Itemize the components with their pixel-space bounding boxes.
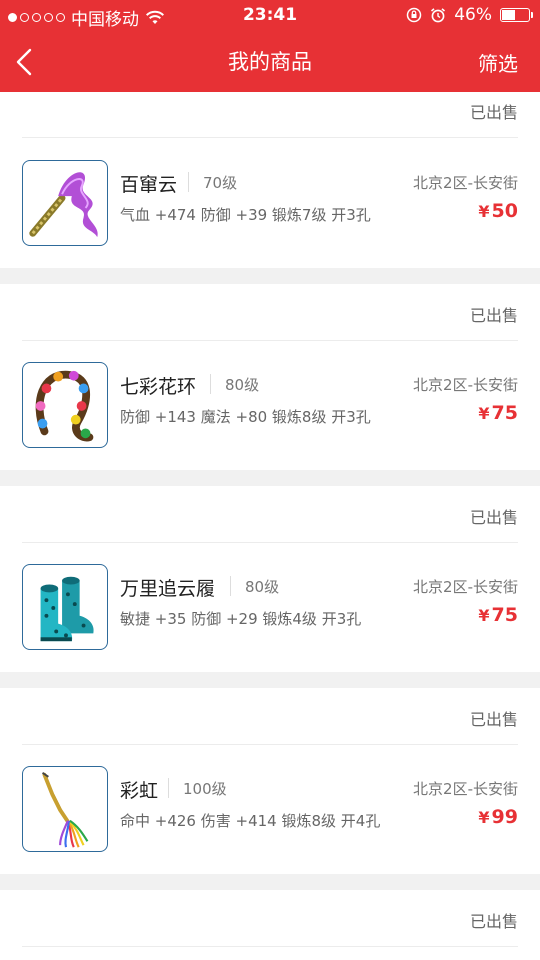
status-row: 已出售 [22, 890, 518, 947]
product-card: 已出售 [0, 890, 540, 960]
alarm-icon [431, 8, 446, 23]
server-label: 北京2区-长安街 [413, 174, 518, 192]
nav-bar: 我的商品 筛选 [0, 32, 540, 92]
sold-label: 已出售 [469, 508, 518, 527]
product-card: 已出售 百窜云 70级 北京2区-长安街 气血 +474 防御 +39 锻炼7级… [0, 92, 540, 268]
sold-label: 已出售 [469, 912, 518, 931]
rainbow-whip-icon [22, 766, 108, 852]
server-label: 北京2区-长安街 [413, 376, 518, 394]
product-card: 已出售 彩虹 100级 北京2区-长安街 命中 +426 伤害 +414 锻炼8… [0, 688, 540, 874]
status-bar: 中国移动 23:41 46% [0, 0, 540, 32]
product-card: 已出售 万里追云履 80级 北京2区-长安街 敏捷 +35 防御 +29 锻炼4… [0, 486, 540, 672]
item-attributes: 敏捷 +35 防御 +29 锻炼4级 开3孔 [120, 610, 362, 628]
sold-label: 已出售 [469, 306, 518, 325]
sold-label: 已出售 [469, 103, 518, 122]
item-level: 80级 [225, 376, 260, 394]
item-price: ¥99 [478, 806, 518, 828]
list-item[interactable]: 彩虹 100级 北京2区-长安街 命中 +426 伤害 +414 锻炼8级 开4… [0, 766, 540, 858]
status-row: 已出售 [22, 284, 518, 341]
status-row: 已出售 [22, 92, 518, 138]
rotation-lock-icon [406, 7, 422, 23]
status-row: 已出售 [22, 688, 518, 745]
header: 中国移动 23:41 46% 我的商品 筛选 [0, 0, 540, 92]
purple-ribbon-weapon-icon [22, 160, 108, 246]
divider [210, 374, 211, 394]
page-title: 我的商品 [228, 50, 312, 74]
status-row: 已出售 [22, 486, 518, 543]
battery-icon [500, 8, 533, 22]
item-price: ¥75 [478, 402, 518, 424]
item-name: 万里追云履 [120, 578, 216, 600]
item-attributes: 防御 +143 魔法 +80 锻炼8级 开3孔 [120, 408, 371, 426]
filter-button[interactable]: 筛选 [478, 48, 518, 77]
server-label: 北京2区-长安街 [413, 780, 518, 798]
item-attributes: 气血 +474 防御 +39 锻炼7级 开3孔 [120, 206, 371, 224]
divider [230, 576, 231, 596]
item-price: ¥50 [478, 200, 518, 222]
server-label: 北京2区-长安街 [413, 578, 518, 596]
list-item[interactable]: 百窜云 70级 北京2区-长安街 气血 +474 防御 +39 锻炼7级 开3孔… [0, 160, 540, 252]
item-price: ¥75 [478, 604, 518, 626]
sold-label: 已出售 [469, 710, 518, 729]
item-level: 100级 [183, 780, 227, 798]
list-item[interactable]: 七彩花环 80级 北京2区-长安街 防御 +143 魔法 +80 锻炼8级 开3… [0, 362, 540, 454]
item-name: 七彩花环 [120, 376, 197, 398]
battery-percent: 46% [454, 5, 492, 25]
divider [168, 778, 169, 798]
flower-garland-icon [22, 362, 108, 448]
list-item[interactable]: 万里追云履 80级 北京2区-长安街 敏捷 +35 防御 +29 锻炼4级 开3… [0, 564, 540, 656]
item-name: 百窜云 [120, 174, 178, 196]
item-name: 彩虹 [120, 780, 159, 802]
item-level: 70级 [203, 174, 238, 192]
divider [188, 172, 189, 192]
cyan-boots-icon [22, 564, 108, 650]
product-card: 已出售 七彩花环 80级 北京2区-长安街 防御 +143 魔法 +80 锻炼8… [0, 284, 540, 470]
item-level: 80级 [245, 578, 280, 596]
item-attributes: 命中 +426 伤害 +414 锻炼8级 开4孔 [120, 812, 381, 830]
